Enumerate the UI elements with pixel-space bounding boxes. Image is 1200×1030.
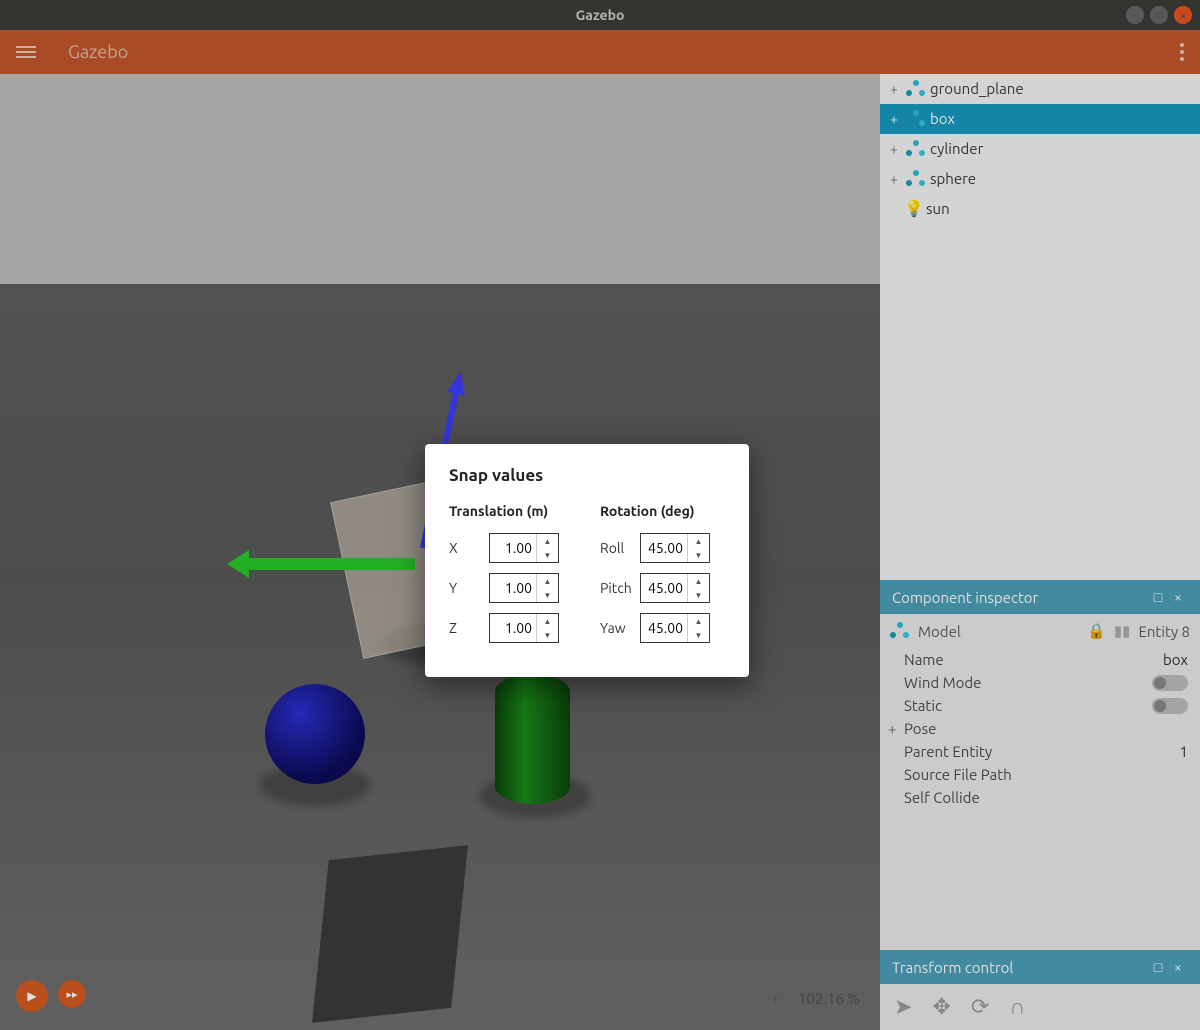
window-close-button[interactable]: × — [1174, 6, 1192, 24]
tree-item-cylinder[interactable]: + cylinder — [880, 134, 1200, 164]
model-icon — [906, 80, 926, 98]
panel-maximize-icon[interactable]: □ — [1148, 589, 1168, 605]
light-icon: 💡 — [906, 199, 922, 219]
scene-sphere[interactable] — [265, 684, 365, 784]
tree-expander[interactable]: + — [886, 141, 902, 157]
window-maximize-button[interactable]: ▭ — [1150, 6, 1168, 24]
spin-up-icon[interactable]: ▲ — [537, 574, 558, 588]
row-wind-key: Wind Mode — [904, 674, 1152, 691]
row-name-value: box — [1163, 651, 1188, 668]
tree-item-box[interactable]: + box — [880, 104, 1200, 134]
tree-expander[interactable]: + — [886, 171, 902, 187]
snap-values-dialog: Snap values Translation (m) X ▲▼ Y ▲▼ Z … — [425, 444, 749, 677]
window-minimize-button[interactable]: – — [1126, 6, 1144, 24]
spin-down-icon[interactable]: ▼ — [688, 548, 709, 562]
zoom-percent: 102.16 % — [798, 990, 860, 1007]
yaw-label: Yaw — [600, 620, 640, 636]
panel-maximize-icon[interactable]: □ — [1148, 959, 1168, 975]
viewport-status: ‹ 102.16 % — [773, 988, 860, 1008]
tree-item-label: cylinder — [930, 140, 983, 157]
spin-down-icon[interactable]: ▼ — [537, 588, 558, 602]
static-toggle[interactable] — [1152, 698, 1188, 714]
transform-control-panel: Transform control □ × ➤ ✥ ⟳ ∩ — [880, 950, 1200, 1030]
tree-expander[interactable]: + — [886, 111, 902, 127]
chevron-left-icon[interactable]: ‹ — [773, 988, 778, 1008]
panel-title: Transform control — [892, 959, 1013, 976]
row-parent-value: 1 — [1180, 743, 1188, 760]
panel-title: Component inspector — [892, 589, 1038, 606]
viewport-sky — [0, 74, 880, 284]
wind-toggle[interactable] — [1152, 675, 1188, 691]
z-label: Z — [449, 620, 489, 636]
translation-y-input[interactable]: ▲▼ — [489, 573, 559, 603]
rotation-roll-input[interactable]: ▲▼ — [640, 533, 710, 563]
axis-y-arrow[interactable] — [245, 558, 415, 570]
spin-up-icon[interactable]: ▲ — [537, 614, 558, 628]
scene-cylinder[interactable] — [495, 674, 570, 804]
panel-close-icon[interactable]: × — [1168, 959, 1188, 975]
model-icon — [906, 140, 926, 158]
rotation-pitch-input[interactable]: ▲▼ — [640, 573, 710, 603]
tree-item-label: sun — [926, 200, 950, 217]
spin-up-icon[interactable]: ▲ — [537, 534, 558, 548]
translate-tool-icon[interactable]: ✥ — [932, 994, 950, 1020]
rotation-yaw-input[interactable]: ▲▼ — [640, 613, 710, 643]
tree-item-label: sphere — [930, 170, 976, 187]
window-title: Gazebo — [576, 7, 625, 23]
tree-item-sun[interactable]: 💡sun — [880, 194, 1200, 224]
dialog-title: Snap values — [449, 466, 725, 485]
step-button[interactable]: ▸▸ — [58, 980, 86, 1008]
row-name-key: Name — [904, 651, 1163, 668]
panel-close-icon[interactable]: × — [1168, 589, 1188, 605]
row-static-key: Static — [904, 697, 1152, 714]
menu-icon[interactable] — [16, 46, 36, 58]
spin-down-icon[interactable]: ▼ — [688, 628, 709, 642]
spin-down-icon[interactable]: ▼ — [688, 588, 709, 602]
row-source-key: Source File Path — [904, 766, 1188, 783]
entity-tree: + ground_plane + box + cylinder + sphere 💡sun — [880, 74, 1200, 224]
component-inspector-panel: Component inspector □ × Model 🔒 ▮▮ Entit… — [880, 580, 1200, 950]
inspector-type: Model — [918, 623, 961, 640]
spin-down-icon[interactable]: ▼ — [537, 548, 558, 562]
pitch-label: Pitch — [600, 580, 640, 596]
tree-expander[interactable]: + — [886, 81, 902, 97]
model-icon — [890, 622, 910, 640]
row-pose-key: Pose — [904, 720, 1188, 737]
translation-heading: Translation (m) — [449, 503, 574, 519]
x-label: X — [449, 540, 489, 556]
snap-tool-icon[interactable]: ∩ — [1009, 994, 1025, 1020]
tree-item-sphere[interactable]: + sphere — [880, 164, 1200, 194]
more-icon[interactable] — [1180, 43, 1184, 61]
tree-item-label: ground_plane — [930, 80, 1024, 97]
y-label: Y — [449, 580, 489, 596]
rotate-tool-icon[interactable]: ⟳ — [971, 994, 989, 1020]
window-titlebar: Gazebo – ▭ × — [0, 0, 1200, 30]
scene-plane-shadow — [312, 845, 468, 1023]
tree-item-ground_plane[interactable]: + ground_plane — [880, 74, 1200, 104]
tree-item-label: box — [930, 110, 955, 127]
translation-x-input[interactable]: ▲▼ — [489, 533, 559, 563]
model-icon — [906, 170, 926, 188]
model-icon — [906, 110, 926, 128]
app-title: Gazebo — [68, 42, 128, 62]
spin-up-icon[interactable]: ▲ — [688, 574, 709, 588]
select-tool-icon[interactable]: ➤ — [894, 994, 912, 1020]
app-toolbar: Gazebo — [0, 30, 1200, 74]
lock-icon[interactable]: 🔒 — [1087, 622, 1106, 640]
rotation-heading: Rotation (deg) — [600, 503, 725, 519]
pose-expander[interactable]: + — [888, 720, 904, 737]
spin-up-icon[interactable]: ▲ — [688, 614, 709, 628]
row-parent-key: Parent Entity — [904, 743, 1180, 760]
roll-label: Roll — [600, 540, 640, 556]
row-self-collide-key: Self Collide — [904, 789, 1188, 806]
spin-down-icon[interactable]: ▼ — [537, 628, 558, 642]
play-button[interactable]: ▶ — [16, 980, 48, 1012]
inspector-entity: Entity 8 — [1138, 623, 1190, 640]
translation-z-input[interactable]: ▲▼ — [489, 613, 559, 643]
pause-icon[interactable]: ▮▮ — [1114, 622, 1131, 640]
spin-up-icon[interactable]: ▲ — [688, 534, 709, 548]
